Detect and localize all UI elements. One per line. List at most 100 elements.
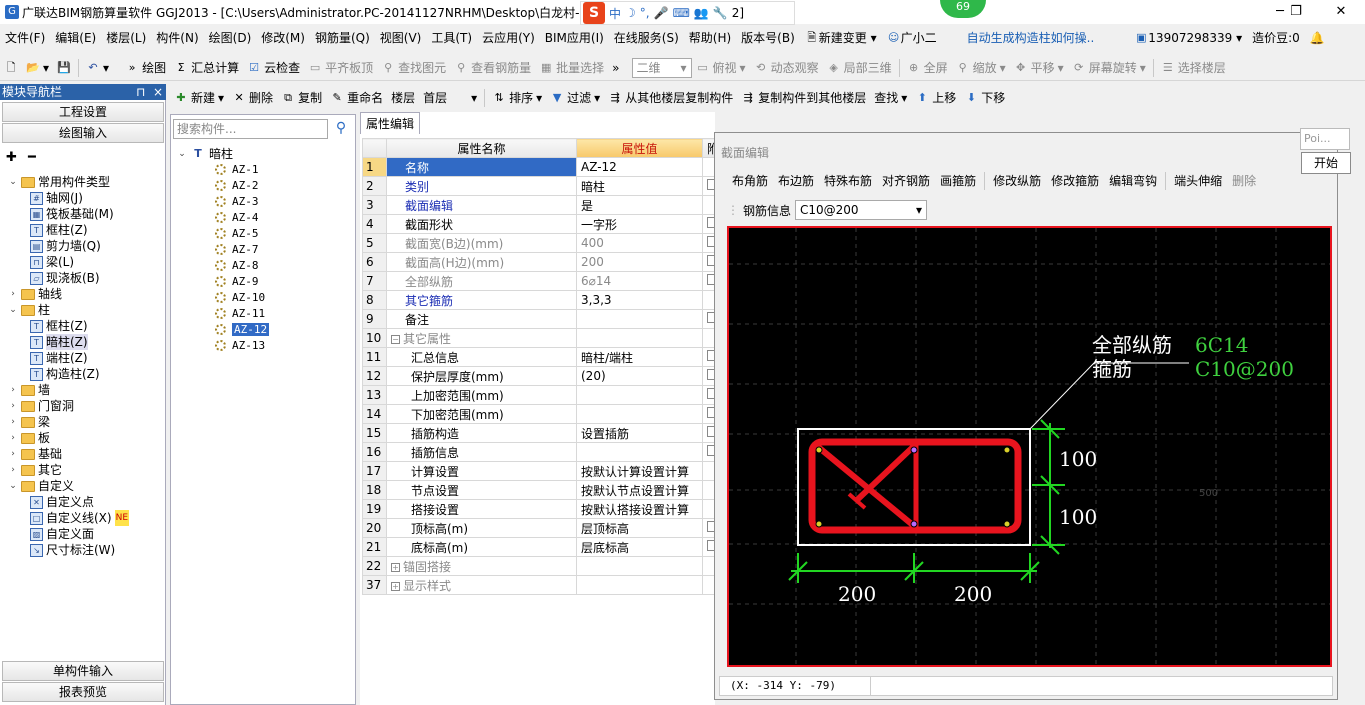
move-up-button[interactable]: ⬆ 上移: [911, 87, 960, 109]
section-tool-5[interactable]: 修改纵筋: [988, 170, 1046, 192]
property-value[interactable]: [576, 309, 703, 329]
property-row[interactable]: 2 类别 暗柱: [362, 176, 716, 196]
property-row[interactable]: 6 截面高(H边)(mm) 200: [362, 252, 716, 272]
tree-folder[interactable]: › 轴线: [8, 286, 62, 302]
expand-all-icon[interactable]: ✚: [6, 150, 17, 165]
tree-item[interactable]: ↘ 尺寸标注(W): [30, 542, 115, 558]
copy-from-floor-button[interactable]: ⇶ 从其他楼层复制构件: [604, 87, 737, 109]
section-tool-3[interactable]: 对齐钢筋: [877, 170, 935, 192]
new-change-menu[interactable]: 🗎 新建变更 ▾: [800, 27, 882, 49]
property-value[interactable]: AZ-12: [576, 157, 703, 177]
tree-chevron-icon[interactable]: ›: [8, 430, 18, 446]
section-tool-1[interactable]: 布边筋: [773, 170, 819, 192]
property-row[interactable]: 10− 其它属性: [362, 328, 716, 348]
search-icon[interactable]: ⚲: [330, 119, 352, 139]
top-view-button[interactable]: ▭ 俯视 ▾: [692, 57, 750, 79]
menu-item-5[interactable]: 修改(M): [256, 27, 310, 49]
tree-folder[interactable]: ⌄ 柱: [8, 302, 50, 318]
group-toggle-icon[interactable]: +: [391, 581, 400, 591]
property-value[interactable]: 3,3,3: [576, 290, 703, 310]
moon-icon[interactable]: ☽: [625, 6, 636, 20]
section-tool-2[interactable]: 特殊布筋: [819, 170, 877, 192]
property-row[interactable]: 16 插筋信息: [362, 442, 716, 462]
overflow-icon[interactable]: »: [608, 57, 623, 79]
property-value[interactable]: [576, 385, 703, 405]
menu-item-6[interactable]: 钢筋量(Q): [310, 27, 375, 49]
menu-item-12[interactable]: 帮助(H): [684, 27, 736, 49]
report-preview-button[interactable]: 报表预览: [2, 682, 164, 702]
single-component-button[interactable]: 单构件输入: [2, 661, 164, 681]
user-icon[interactable]: 👥: [694, 6, 709, 20]
beans-label[interactable]: 造价豆:0: [1247, 27, 1305, 49]
new-file-button[interactable]: 🗋: [0, 57, 22, 79]
property-row[interactable]: 17 计算设置 按默认计算设置计算: [362, 461, 716, 481]
notification-badge[interactable]: 69: [940, 0, 986, 18]
sogou-icon[interactable]: S: [583, 2, 605, 24]
property-value[interactable]: [576, 556, 703, 576]
tree-item[interactable]: □ 自定义线(X) NE: [30, 510, 130, 526]
property-row[interactable]: 22 + 锚固搭接: [362, 556, 716, 576]
property-value[interactable]: 一字形: [576, 214, 703, 234]
tree-folder[interactable]: ⌄ 自定义: [8, 478, 74, 494]
wrench-icon[interactable]: 🔧: [713, 6, 728, 20]
tree-chevron-icon[interactable]: ›: [8, 286, 18, 302]
section-drawing[interactable]: 500 全部纵筋 6C14 箍筋 C10@200 100 100 200 200: [729, 228, 1330, 665]
property-row[interactable]: 8 其它箍筋 3,3,3: [362, 290, 716, 310]
find-element-button[interactable]: ⚲ 查找图元: [377, 57, 450, 79]
section-tool-7[interactable]: 编辑弯钩: [1104, 170, 1162, 192]
panel-close-icon[interactable]: ×: [153, 84, 163, 100]
property-value[interactable]: 是: [576, 195, 703, 215]
property-value[interactable]: 设置插筋: [576, 423, 703, 443]
property-row[interactable]: 18 节点设置 按默认节点设置计算: [362, 480, 716, 500]
menu-item-3[interactable]: 构件(N): [151, 27, 203, 49]
menu-item-7[interactable]: 视图(V): [375, 27, 427, 49]
tree-folder[interactable]: ⌄ 常用构件类型: [8, 174, 110, 190]
property-row[interactable]: 21 底标高(m) 层底标高: [362, 537, 716, 557]
property-value[interactable]: [576, 575, 703, 595]
rename-button[interactable]: ✎ 重命名: [326, 87, 387, 109]
rotate-button[interactable]: ⟳ 屏幕旋转 ▾: [1068, 57, 1150, 79]
mic-icon[interactable]: 🎤: [654, 6, 669, 20]
section-tool-0[interactable]: 布角筋: [727, 170, 773, 192]
assistant-menu[interactable]: ☺ 广小二: [882, 27, 942, 49]
tree-chevron-icon[interactable]: ›: [8, 462, 18, 478]
tree-chevron-icon[interactable]: ›: [8, 382, 18, 398]
property-value[interactable]: [576, 442, 703, 462]
restore-icon[interactable]: ❐: [1281, 2, 1311, 22]
tree-chevron-icon[interactable]: ›: [8, 446, 18, 462]
property-value[interactable]: 暗柱/端柱: [576, 347, 703, 367]
property-row[interactable]: 13 上加密范围(mm): [362, 385, 716, 405]
tree-folder[interactable]: › 基础: [8, 446, 62, 462]
property-value[interactable]: 400: [576, 233, 703, 253]
component-item[interactable]: AZ-10: [215, 291, 265, 304]
new-component-button[interactable]: ✚ 新建 ▾: [170, 87, 228, 109]
pan-button[interactable]: ✥ 平移 ▾: [1010, 57, 1068, 79]
tree-item[interactable]: ▦ 筏板基础(M): [30, 206, 114, 222]
copy-to-floor-button[interactable]: ⇶ 复制构件到其他楼层: [737, 87, 870, 109]
property-value[interactable]: 层底标高: [576, 537, 703, 557]
menu-item-9[interactable]: 云应用(Y): [477, 27, 540, 49]
tree-item[interactable]: ▤ 剪力墙(Q): [30, 238, 101, 254]
copy-button[interactable]: ⧉ 复制: [277, 87, 326, 109]
tree-folder[interactable]: › 板: [8, 430, 50, 446]
component-item[interactable]: AZ-2: [215, 179, 259, 192]
bell-icon[interactable]: 🔔: [1305, 27, 1330, 49]
property-value[interactable]: 200: [576, 252, 703, 272]
filter-button[interactable]: ▼ 过滤 ▾: [546, 87, 604, 109]
menu-item-4[interactable]: 绘图(D): [204, 27, 257, 49]
property-row[interactable]: 14 下加密范围(mm): [362, 404, 716, 424]
property-value[interactable]: 按默认计算设置计算: [576, 461, 703, 481]
component-item[interactable]: AZ-7: [215, 243, 259, 256]
menu-item-1[interactable]: 编辑(E): [50, 27, 101, 49]
pin-icon[interactable]: ⊓: [136, 84, 145, 100]
collapse-all-icon[interactable]: ━: [28, 150, 36, 165]
property-row[interactable]: 3 截面编辑 是: [362, 195, 716, 215]
tree-item[interactable]: T 暗柱(Z): [30, 334, 88, 350]
property-row[interactable]: 11 汇总信息 暗柱/端柱: [362, 347, 716, 367]
tip-link[interactable]: 自动生成构造柱如何操..: [962, 27, 1100, 49]
tree-item[interactable]: T 框柱(Z): [30, 318, 88, 334]
menu-item-11[interactable]: 在线服务(S): [609, 27, 684, 49]
tree-chevron-icon[interactable]: ⌄: [8, 302, 18, 318]
local-3d-button[interactable]: ◈ 局部三维: [823, 57, 896, 79]
view-mode-select[interactable]: 二维 ▾: [631, 57, 692, 78]
